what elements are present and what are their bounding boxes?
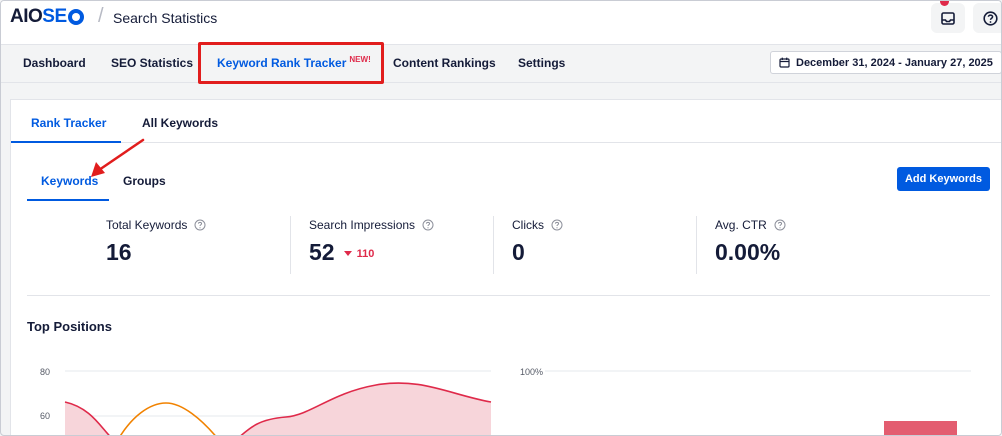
calendar-icon <box>779 57 790 68</box>
stat-label: Search Impressions <box>309 218 416 232</box>
nav-item-content-rankings[interactable]: Content Rankings <box>393 56 496 70</box>
stat-delta: 110 <box>343 247 375 260</box>
tab-all-keywords[interactable]: All Keywords <box>142 116 218 130</box>
logo-text-suffix: SE <box>42 6 67 27</box>
stat-divider <box>696 216 697 274</box>
section-divider <box>27 295 990 296</box>
page-title: Search Statistics <box>113 10 218 26</box>
aioseo-logo[interactable]: AIO SE <box>10 6 84 27</box>
logo-o-icon <box>67 9 84 25</box>
stat-value: 52 <box>309 239 335 265</box>
active-inner-tab-indicator <box>27 199 109 201</box>
help-button[interactable] <box>973 3 1001 33</box>
tab-groups[interactable]: Groups <box>123 174 166 188</box>
top-positions-charts: 80 60 100% <box>11 355 1001 435</box>
stat-clicks: Clicks 0 <box>512 218 563 280</box>
stat-total-keywords: Total Keywords 16 <box>106 218 206 280</box>
stat-value: 0 <box>512 239 525 265</box>
question-icon[interactable] <box>551 219 563 231</box>
breadcrumb-separator: / <box>98 5 104 27</box>
stat-label-row: Avg. CTR <box>715 218 786 232</box>
area-series-fill <box>241 382 491 435</box>
stat-label-row: Search Impressions <box>309 218 434 232</box>
left-axis-tick: 80 <box>40 367 50 377</box>
subtabs: Rank Tracker All Keywords <box>11 100 1001 143</box>
active-tab-indicator <box>11 141 121 143</box>
question-icon[interactable] <box>422 219 434 231</box>
stat-label: Clicks <box>512 218 544 232</box>
help-icon <box>982 10 998 26</box>
notifications-button[interactable] <box>931 3 965 33</box>
stat-avg-ctr: Avg. CTR 0.00% <box>715 218 786 280</box>
inbox-icon <box>941 11 955 25</box>
stat-label-row: Total Keywords <box>106 218 206 232</box>
right-axis-tick: 100% <box>520 367 543 377</box>
top-positions-title: Top Positions <box>27 319 112 334</box>
date-range-picker[interactable]: December 31, 2024 - January 27, 2025 <box>770 51 1001 74</box>
nav-item-settings[interactable]: Settings <box>518 56 565 70</box>
stat-value-row: 0.00% <box>715 239 786 266</box>
stat-search-impressions: Search Impressions 52 110 <box>309 218 434 280</box>
stat-label: Avg. CTR <box>715 218 767 232</box>
add-keywords-button[interactable]: Add Keywords <box>897 167 990 191</box>
date-range-text: December 31, 2024 - January 27, 2025 <box>796 56 993 69</box>
tab-rank-tracker[interactable]: Rank Tracker <box>31 116 106 130</box>
top-positions-chart-svg: 80 60 100% <box>40 367 971 435</box>
stat-value: 0.00% <box>715 239 781 265</box>
stat-divider <box>290 216 291 274</box>
stat-value-row: 16 <box>106 239 206 266</box>
stat-label-row: Clicks <box>512 218 563 232</box>
caret-down-icon <box>343 251 352 256</box>
stat-delta-value: 110 <box>356 247 375 260</box>
bar <box>884 421 957 435</box>
highlight-box <box>198 42 384 84</box>
stat-value-row: 52 110 <box>309 239 434 266</box>
top-header: AIO SE / Search Statistics <box>1 1 1001 45</box>
stat-value-row: 0 <box>512 239 563 266</box>
tab-keywords[interactable]: Keywords <box>41 174 98 188</box>
logo-text-prefix: AIO <box>10 6 43 27</box>
content-card: Rank Tracker All Keywords Keywords Group… <box>10 99 1001 435</box>
nav-item-seo-statistics[interactable]: SEO Statistics <box>111 56 193 70</box>
app-frame: AIO SE / Search Statistics Dashboard SEO… <box>0 0 1002 436</box>
question-icon[interactable] <box>194 219 206 231</box>
stat-divider <box>493 216 494 274</box>
question-icon[interactable] <box>774 219 786 231</box>
nav-item-dashboard[interactable]: Dashboard <box>23 56 86 70</box>
orange-series-line <box>119 402 216 435</box>
stat-value: 16 <box>106 239 132 265</box>
left-axis-tick: 60 <box>40 411 50 421</box>
stat-label: Total Keywords <box>106 218 188 232</box>
